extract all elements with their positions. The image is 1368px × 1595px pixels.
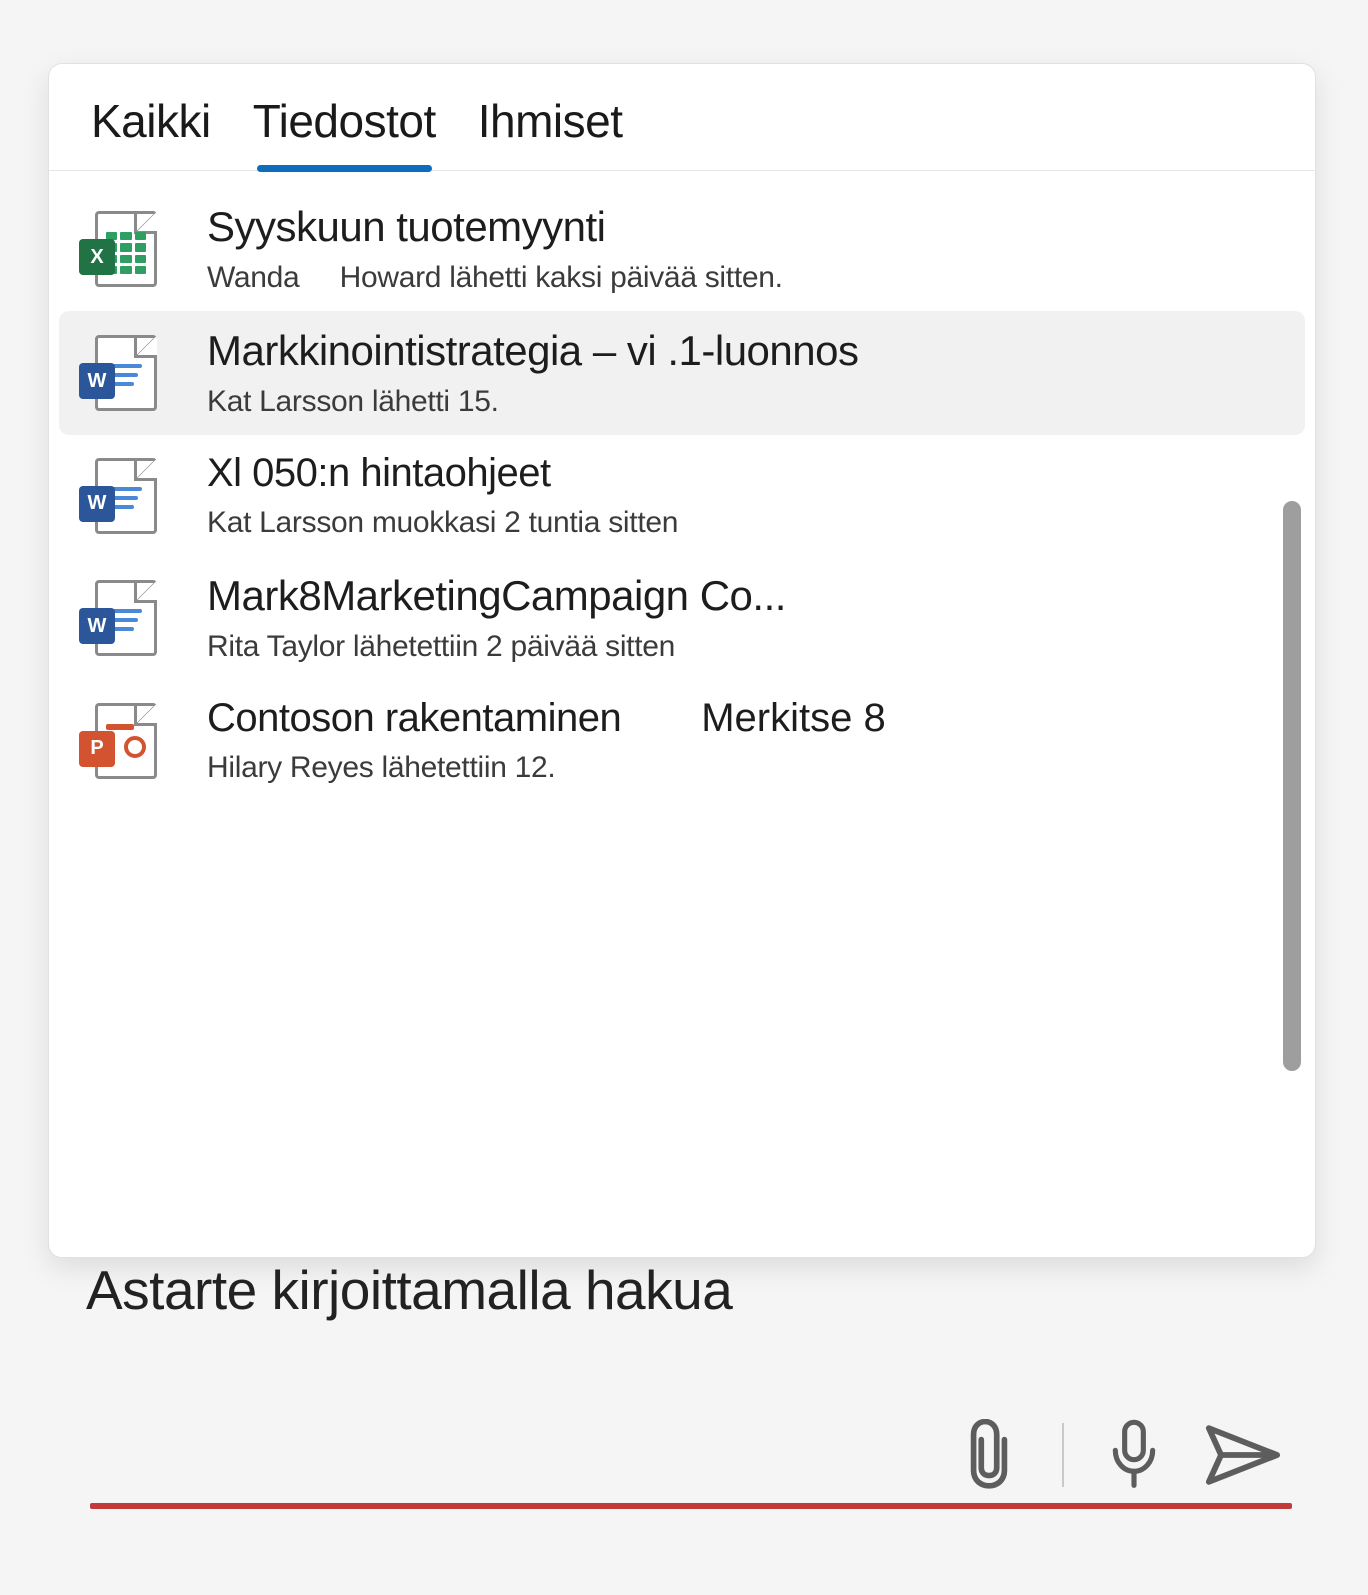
tab-all[interactable]: Kaikki	[83, 84, 219, 170]
result-title: Contoson rakentaminen	[207, 696, 621, 741]
microphone-icon	[1106, 1415, 1162, 1495]
result-row[interactable]: W Xl 050:n hintaohjeet Kat Larsson muokk…	[49, 435, 1315, 556]
word-file-icon: W	[87, 580, 165, 656]
result-title: Xl 050:n hintaohjeet	[207, 451, 1295, 496]
result-meta: Rita Taylor lähetettiin 2 päivää sitten	[207, 630, 1295, 664]
result-title: Syyskuun tuotemyynti	[207, 203, 1295, 251]
excel-file-icon: X	[87, 211, 165, 287]
compose-input[interactable]: Astarte kirjoittamalla hakua	[86, 1258, 1294, 1322]
send-button[interactable]	[1204, 1421, 1282, 1489]
tab-people[interactable]: Ihmiset	[470, 84, 631, 170]
result-meta: Wanda Howard lähetti kaksi päivää sitten…	[207, 261, 1295, 295]
word-file-icon: W	[87, 335, 165, 411]
voice-button[interactable]	[1106, 1415, 1162, 1495]
result-meta: Hilary Reyes lähetettiin 12.	[207, 751, 1295, 785]
result-meta: Kat Larsson lähetti 15.	[207, 385, 1285, 419]
tab-files[interactable]: Tiedostot	[245, 84, 444, 170]
send-icon	[1204, 1421, 1282, 1489]
result-title: Mark8MarketingCampaign Co...	[207, 572, 1295, 620]
results-list: X Syyskuun tuotemyynti Wanda Howard lähe…	[49, 171, 1315, 1244]
result-badge: Merkitse 8	[701, 696, 886, 741]
powerpoint-file-icon: P	[87, 703, 165, 779]
result-row[interactable]: P Contoson rakentaminen Merkitse 8 Hilar…	[49, 680, 1315, 801]
paperclip-icon	[958, 1419, 1020, 1491]
result-title: Markkinointistrategia – vi .1-luonnos	[207, 327, 1285, 375]
tab-bar: Kaikki Tiedostot Ihmiset	[49, 64, 1315, 171]
attach-button[interactable]	[958, 1419, 1020, 1491]
result-row[interactable]: W Markkinointistrategia – vi .1-luonnos …	[59, 311, 1305, 435]
result-row[interactable]: W Mark8MarketingCampaign Co... Rita Tayl…	[49, 556, 1315, 680]
word-file-icon: W	[87, 458, 165, 534]
compose-bar: Astarte kirjoittamalla hakua	[86, 1258, 1294, 1495]
search-suggestions-panel: Kaikki Tiedostot Ihmiset X Syyskuun tuot…	[48, 63, 1316, 1258]
compose-underline	[90, 1503, 1292, 1509]
scrollbar-thumb[interactable]	[1283, 501, 1301, 1071]
result-row[interactable]: X Syyskuun tuotemyynti Wanda Howard lähe…	[49, 187, 1315, 311]
divider	[1062, 1423, 1064, 1487]
result-meta: Kat Larsson muokkasi 2 tuntia sitten	[207, 506, 1295, 540]
